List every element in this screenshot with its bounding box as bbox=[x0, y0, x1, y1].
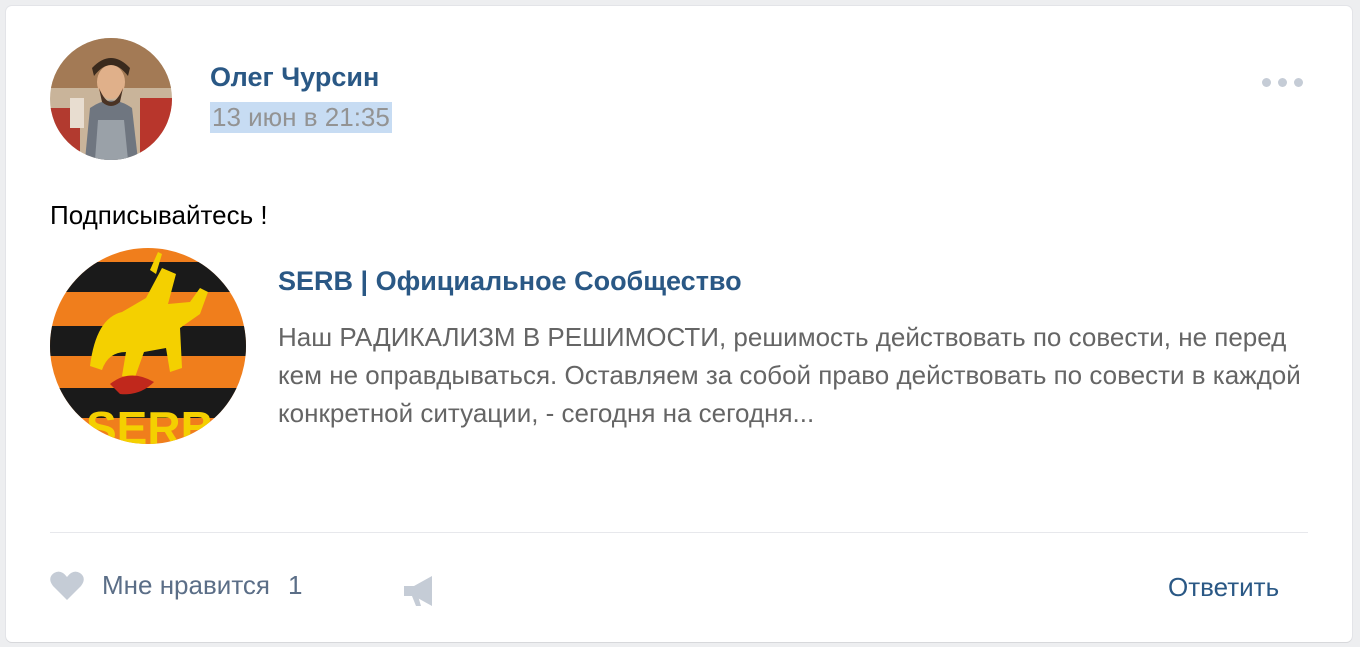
group-name-link[interactable]: SERB | Официальное Сообщество bbox=[278, 266, 742, 297]
svg-text:SERB: SERB bbox=[86, 402, 214, 444]
like-button[interactable]: Мне нравится 1 bbox=[50, 570, 302, 601]
reply-button[interactable]: Ответить bbox=[1168, 572, 1279, 603]
post-text: Подписывайтесь ! bbox=[50, 200, 268, 230]
post-date[interactable]: 13 июн в 21:35 bbox=[210, 102, 392, 133]
author-name[interactable]: Олег Чурсин bbox=[210, 62, 379, 93]
like-label: Мне нравится bbox=[102, 570, 271, 600]
author-avatar[interactable] bbox=[50, 38, 172, 160]
group-description: Наш РАДИКАЛИЗМ В РЕШИМОСТИ, решимость де… bbox=[278, 322, 1301, 428]
megaphone-icon bbox=[404, 576, 432, 606]
post-card: Олег Чурсин 13 июн в 21:35 Подписывайтес… bbox=[6, 6, 1352, 642]
share-button[interactable] bbox=[402, 574, 438, 613]
group-avatar[interactable]: SERB bbox=[50, 248, 246, 444]
like-count: 1 bbox=[288, 570, 303, 600]
more-icon[interactable] bbox=[1262, 74, 1312, 90]
heart-icon bbox=[50, 571, 84, 600]
divider bbox=[50, 532, 1308, 533]
